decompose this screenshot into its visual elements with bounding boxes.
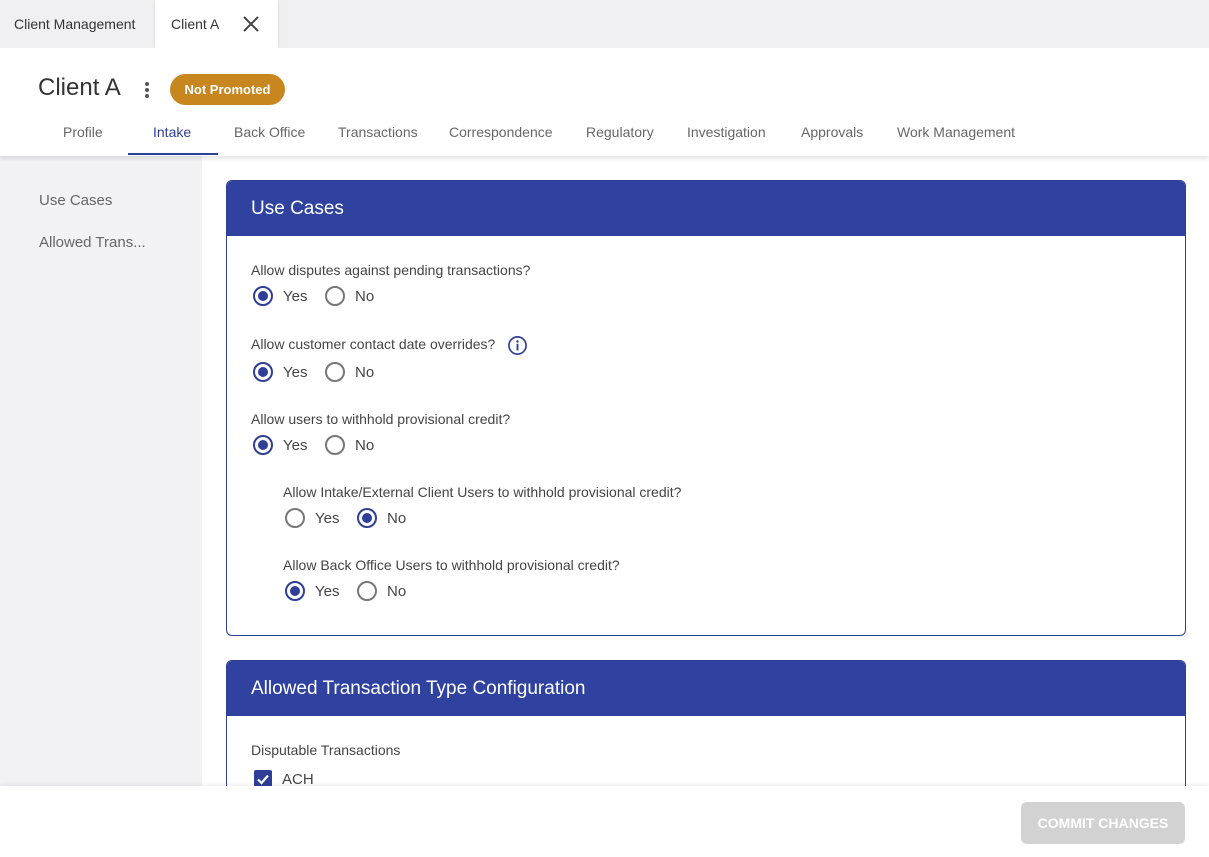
radio-option-no[interactable]: No <box>357 508 406 528</box>
radio-button[interactable] <box>325 362 345 382</box>
radio-button-selected[interactable] <box>357 508 377 528</box>
radio-label: No <box>355 436 375 454</box>
tab-intake[interactable]: Intake <box>153 124 191 140</box>
radio-label: Yes <box>283 436 308 454</box>
radio-option-no[interactable]: No <box>325 362 374 382</box>
radio-option-yes[interactable]: Yes <box>253 435 307 455</box>
question-label: Allow Intake/External Client Users to wi… <box>283 484 682 500</box>
check-icon <box>257 774 269 785</box>
radio-option-no[interactable]: No <box>325 435 374 455</box>
commit-changes-button[interactable]: COMMIT CHANGES <box>1021 802 1185 844</box>
radio-label: No <box>387 582 407 600</box>
status-badge: Not Promoted <box>170 74 285 105</box>
question-row: Allow customer contact date overrides? <box>251 335 528 356</box>
question-label: Allow users to withhold provisional cred… <box>251 411 511 427</box>
radio-button-selected[interactable] <box>285 581 305 601</box>
radio-button-selected[interactable] <box>253 286 273 306</box>
radio-label: Yes <box>283 363 308 381</box>
radio-button[interactable] <box>325 286 345 306</box>
tab-regulatory[interactable]: Regulatory <box>586 124 654 140</box>
radio-option-yes[interactable]: Yes <box>253 362 307 382</box>
question-label: Allow disputes against pending transacti… <box>251 262 531 278</box>
radio-option-yes[interactable]: Yes <box>285 508 339 528</box>
question-label: Allow Back Office Users to withhold prov… <box>283 557 620 573</box>
radio-button[interactable] <box>325 435 345 455</box>
tab-back-office[interactable]: Back Office <box>234 124 305 140</box>
card-title: Allowed Transaction Type Configuration <box>227 661 1185 716</box>
radio-option-no[interactable]: No <box>357 581 406 601</box>
section-label: Disputable Transactions <box>251 742 401 758</box>
tab-approvals[interactable]: Approvals <box>801 124 863 140</box>
radio-label: No <box>355 363 375 381</box>
tab-work-management[interactable]: Work Management <box>897 124 1015 140</box>
sidebar-item-allowed-transactions[interactable]: Allowed Trans... <box>39 234 146 251</box>
active-tab-indicator <box>128 153 218 155</box>
radio-label: No <box>387 509 407 527</box>
radio-button[interactable] <box>285 508 305 528</box>
more-options-icon[interactable] <box>140 79 154 101</box>
tab-client-management[interactable]: Client Management <box>0 0 155 48</box>
radio-option-no[interactable]: No <box>325 286 374 306</box>
tab-investigation[interactable]: Investigation <box>687 124 766 140</box>
main-content: Use Cases Allow disputes against pending… <box>202 156 1209 840</box>
tab-label: Client A <box>171 16 220 32</box>
radio-label: Yes <box>315 582 340 600</box>
footer-bar: COMMIT CHANGES <box>0 786 1209 857</box>
radio-option-yes[interactable]: Yes <box>253 286 307 306</box>
question-label: Allow customer contact date overrides? <box>251 336 496 353</box>
card-title: Use Cases <box>227 181 1185 236</box>
radio-button[interactable] <box>357 581 377 601</box>
page-title: Client A <box>38 74 121 101</box>
radio-button-selected[interactable] <box>253 362 273 382</box>
sidebar: Use Cases Allowed Trans... <box>0 156 202 786</box>
tab-client-a[interactable]: Client A <box>155 0 278 48</box>
page-header: Client A Not Promoted Profile Intake Bac… <box>0 48 1209 156</box>
radio-label: Yes <box>315 509 340 527</box>
close-icon[interactable] <box>241 14 261 34</box>
info-icon[interactable] <box>507 335 528 356</box>
radio-label: Yes <box>283 287 308 305</box>
radio-label: No <box>355 287 375 305</box>
radio-button-selected[interactable] <box>253 435 273 455</box>
tab-profile[interactable]: Profile <box>63 124 103 140</box>
tab-correspondence[interactable]: Correspondence <box>449 124 553 140</box>
sidebar-item-use-cases[interactable]: Use Cases <box>39 192 112 209</box>
checkbox-label: ACH <box>282 770 314 788</box>
use-cases-card: Use Cases Allow disputes against pending… <box>226 180 1186 636</box>
radio-option-yes[interactable]: Yes <box>285 581 339 601</box>
window-tab-strip: Client Management Client A <box>0 0 1209 48</box>
tab-transactions[interactable]: Transactions <box>338 124 418 140</box>
tab-label: Client Management <box>14 16 136 32</box>
